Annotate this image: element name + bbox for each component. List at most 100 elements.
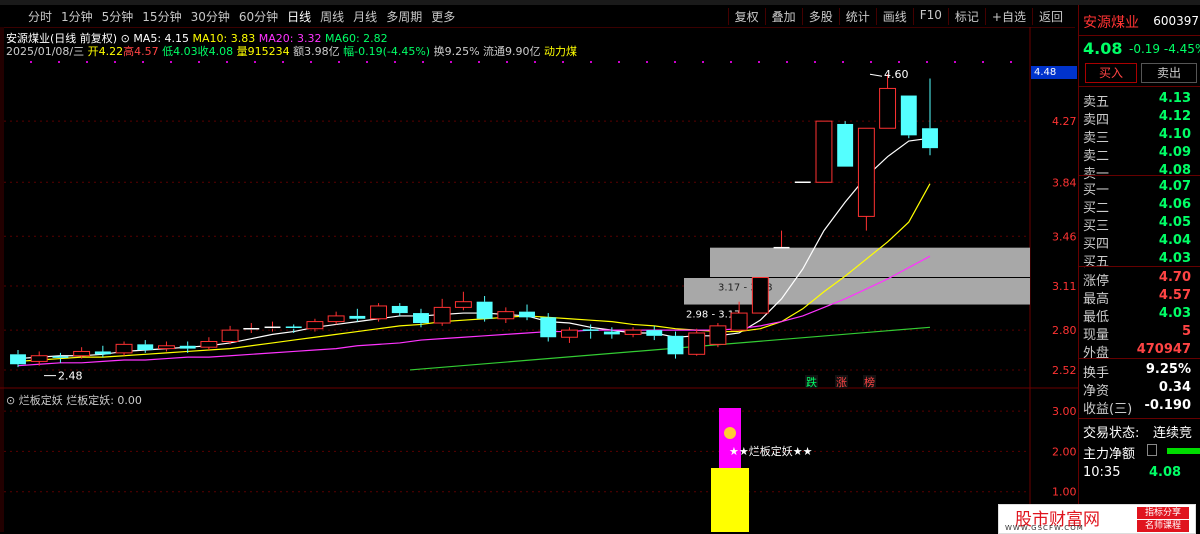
candle[interactable] xyxy=(349,308,366,322)
candle[interactable] xyxy=(922,78,938,156)
tool-button-5[interactable]: F10 xyxy=(912,8,948,25)
period-tab-9[interactable]: 多周期 xyxy=(386,8,422,25)
watermark-badge-2: 名师课程 xyxy=(1137,520,1189,532)
stat2-label: 换手 xyxy=(1083,366,1110,381)
candle[interactable] xyxy=(857,127,875,231)
signal-bar-yellow xyxy=(711,468,749,532)
marker-dot xyxy=(954,61,956,63)
period-tab-10[interactable]: 更多 xyxy=(431,8,455,25)
sub-toggle-icon[interactable]: ⊙ xyxy=(6,394,15,407)
period-tab-1[interactable]: 1分钟 xyxy=(61,8,93,25)
marker-dot xyxy=(394,61,396,63)
candle[interactable] xyxy=(243,323,260,333)
candle[interactable] xyxy=(306,318,324,332)
divider xyxy=(1079,86,1200,87)
candle[interactable] xyxy=(221,325,239,345)
quote-change-pct: -4.45% xyxy=(1163,42,1200,56)
signal-tag: ★★烂板定妖★★ xyxy=(729,444,813,458)
marker-dot xyxy=(170,61,172,63)
candle-body xyxy=(751,277,769,314)
tick-price: 4.08 xyxy=(1149,465,1182,480)
marker-dot xyxy=(1010,61,1012,63)
bar-close: 收4.08 xyxy=(197,45,234,58)
candle[interactable] xyxy=(94,345,111,358)
zt-badge[interactable]: 跌 xyxy=(806,375,817,389)
tool-button-3[interactable]: 统计 xyxy=(838,8,876,25)
quote-change: -0.19 -4.45% xyxy=(1129,42,1200,56)
candle[interactable] xyxy=(454,291,472,311)
marker-dot xyxy=(142,61,144,63)
period-tab-8[interactable]: 月线 xyxy=(353,8,377,25)
stat-label: 最低 xyxy=(1083,310,1110,325)
candle[interactable] xyxy=(815,120,833,183)
candle[interactable] xyxy=(646,325,663,341)
candle[interactable] xyxy=(327,311,345,325)
marker-dot xyxy=(226,61,228,63)
tool-button-4[interactable]: 画线 xyxy=(875,8,913,25)
current-price-tag: 4.48 xyxy=(1031,66,1077,79)
candle-body xyxy=(306,321,324,330)
candle[interactable] xyxy=(52,352,69,363)
period-tab-7[interactable]: 周线 xyxy=(320,8,344,25)
tool-button-7[interactable]: +自选 xyxy=(984,8,1032,25)
candle[interactable] xyxy=(540,313,557,342)
candle[interactable] xyxy=(624,327,642,338)
candle[interactable] xyxy=(560,327,578,343)
period-tab-2[interactable]: 5分钟 xyxy=(102,8,134,25)
candle[interactable] xyxy=(773,230,790,249)
marker-dot xyxy=(58,61,60,63)
kline-chart[interactable]: 4.273.843.463.112.802.523.002.001.00 3.1… xyxy=(0,27,1078,532)
sell-button[interactable]: 卖出 xyxy=(1141,63,1197,83)
tool-button-2[interactable]: 多股 xyxy=(801,8,839,25)
candle[interactable] xyxy=(751,277,769,314)
candle[interactable] xyxy=(391,303,408,316)
candle[interactable] xyxy=(158,341,175,352)
ask-value: 4.09 xyxy=(1158,145,1191,160)
zt-badge[interactable]: 榜 xyxy=(864,375,875,389)
ask-row: 卖四 4.12 xyxy=(1083,109,1197,128)
tool-button-6[interactable]: 标记 xyxy=(947,8,985,25)
candle[interactable] xyxy=(730,301,748,332)
candle[interactable] xyxy=(200,337,218,351)
period-tab-0[interactable]: 分时 xyxy=(28,8,52,25)
candle[interactable] xyxy=(10,350,26,368)
candle[interactable] xyxy=(837,121,854,167)
watermark-badge-1: 指标分享 xyxy=(1137,507,1189,519)
tool-button-0[interactable]: 复权 xyxy=(727,8,765,25)
tool-button-1[interactable]: 叠加 xyxy=(764,8,802,25)
candle[interactable] xyxy=(688,328,706,356)
candle-body xyxy=(94,351,111,355)
candle[interactable] xyxy=(264,321,281,332)
candle-body xyxy=(10,354,26,365)
candle[interactable] xyxy=(115,341,133,356)
buy-button[interactable]: 买入 xyxy=(1085,63,1137,83)
bid-row: 买三 4.05 xyxy=(1083,215,1197,234)
zt-badge[interactable]: 涨 xyxy=(836,376,847,389)
marker-dot xyxy=(898,61,900,63)
tool-button-8[interactable]: 返回 xyxy=(1031,8,1069,25)
quote-stock-code: 600397 xyxy=(1153,14,1199,28)
period-tab-4[interactable]: 30分钟 xyxy=(191,8,230,25)
candle-body xyxy=(327,315,345,323)
ask-value: 4.10 xyxy=(1158,127,1191,142)
candle[interactable] xyxy=(497,307,515,324)
candle[interactable] xyxy=(476,296,493,322)
stat-row: 外盘 470947 xyxy=(1083,342,1197,361)
bid-value: 4.06 xyxy=(1158,197,1191,212)
period-tab-6[interactable]: 日线 xyxy=(287,8,311,25)
candle[interactable] xyxy=(879,74,897,129)
sub-indicator-name: 烂板定妖 xyxy=(18,394,63,407)
candle[interactable] xyxy=(370,303,388,322)
period-tab-5[interactable]: 60分钟 xyxy=(239,8,278,25)
candle-body xyxy=(709,325,727,345)
sub-y-tick-label: 3.00 xyxy=(1052,405,1077,418)
candle[interactable] xyxy=(709,323,727,348)
bar-date: 2025/01/08/三 xyxy=(6,45,85,58)
period-tab-3[interactable]: 15分钟 xyxy=(142,8,181,25)
candle[interactable] xyxy=(900,95,917,139)
low-marker-label: 2.48 xyxy=(58,370,83,383)
candle[interactable] xyxy=(433,298,451,326)
document-icon[interactable] xyxy=(1147,444,1157,456)
candle-body xyxy=(413,313,429,324)
candle-body xyxy=(730,312,748,331)
